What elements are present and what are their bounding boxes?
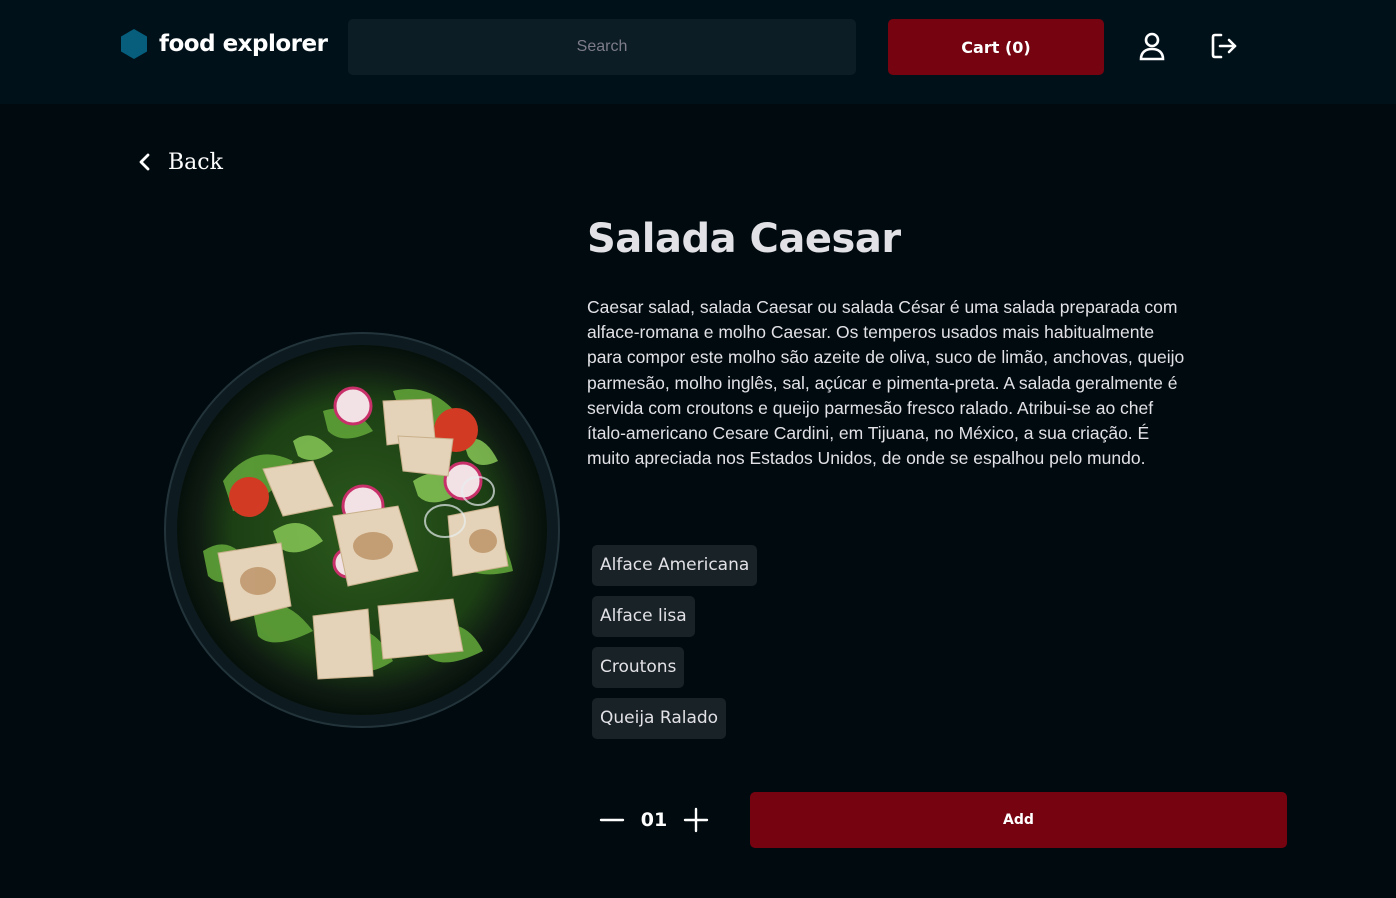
hexagon-logo-icon xyxy=(121,29,147,59)
ingredient-tag: Croutons xyxy=(592,647,685,688)
back-label: Back xyxy=(168,149,223,175)
brand-name: food explorer xyxy=(159,31,328,57)
cart-button[interactable]: Cart (0) xyxy=(888,19,1104,75)
ingredient-tag: Alface Americana xyxy=(592,545,758,586)
dish-description: Caesar salad, salada Caesar ou salada Cé… xyxy=(587,297,1185,469)
profile-button[interactable] xyxy=(1136,30,1168,62)
app-header: food explorer Cart (0) xyxy=(0,0,1396,104)
search-input[interactable] xyxy=(348,19,856,75)
ingredient-list: Alface Americana Alface lisa Croutons Qu… xyxy=(592,545,992,749)
ingredient-tag: Alface lisa xyxy=(592,596,695,637)
search-box[interactable] xyxy=(348,19,856,75)
increase-button[interactable] xyxy=(679,803,713,837)
user-icon xyxy=(1139,32,1165,61)
logout-button[interactable] xyxy=(1208,30,1240,62)
minus-icon xyxy=(599,818,625,822)
sign-out-icon xyxy=(1211,33,1237,59)
quantity-value: 01 xyxy=(640,809,668,831)
ingredient-tag: Queija Ralado xyxy=(592,698,727,739)
decrease-button[interactable] xyxy=(595,803,629,837)
quantity-stepper: 01 xyxy=(595,800,713,840)
back-link[interactable]: Back xyxy=(132,146,223,178)
dish-image xyxy=(163,331,561,729)
add-button[interactable]: Add xyxy=(750,792,1287,848)
brand-logo[interactable]: food explorer xyxy=(119,27,328,61)
plus-icon xyxy=(683,807,709,833)
chevron-left-icon xyxy=(139,153,150,171)
dish-title: Salada Caesar xyxy=(587,216,901,262)
